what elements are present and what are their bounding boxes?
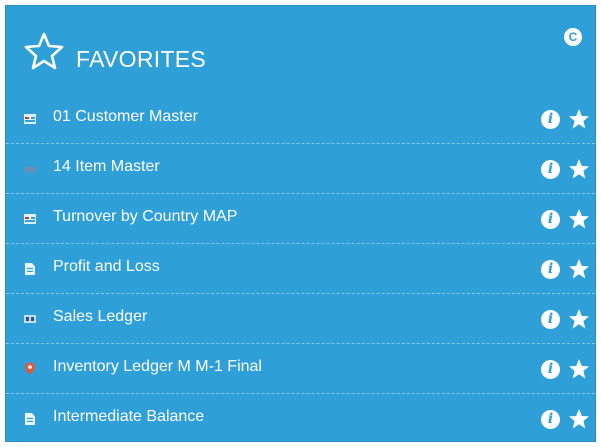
- star-icon[interactable]: [568, 258, 590, 280]
- list-item-label[interactable]: Profit and Loss: [53, 258, 160, 276]
- info-icon[interactable]: i: [541, 310, 560, 329]
- map-pin-icon: [25, 362, 35, 375]
- star-icon[interactable]: [568, 208, 590, 230]
- list-item-label[interactable]: Intermediate Balance: [53, 408, 204, 426]
- document-icon: [25, 413, 35, 425]
- binoculars-icon: [24, 166, 36, 173]
- star-icon[interactable]: [568, 408, 590, 430]
- table-icon: [24, 114, 36, 124]
- page-title: FAVORITES: [76, 46, 207, 72]
- list-item[interactable]: 14 Item Master i: [6, 144, 595, 194]
- info-icon[interactable]: i: [541, 210, 560, 229]
- list-item-label[interactable]: 01 Customer Master: [53, 108, 198, 126]
- list-item[interactable]: Turnover by Country MAP i: [6, 194, 595, 244]
- info-icon[interactable]: i: [541, 160, 560, 179]
- table-icon: [24, 214, 36, 224]
- list-item[interactable]: Profit and Loss i: [6, 244, 595, 294]
- collapse-button[interactable]: C: [564, 28, 582, 46]
- list-item[interactable]: Inventory Ledger M M-1 Final i: [6, 344, 595, 394]
- ledger-icon: [24, 315, 36, 323]
- list-item-label[interactable]: Sales Ledger: [53, 308, 147, 326]
- info-icon[interactable]: i: [541, 410, 560, 429]
- info-icon[interactable]: i: [541, 110, 560, 129]
- favorites-header: FAVORITES C: [6, 6, 595, 94]
- list-item-label[interactable]: Turnover by Country MAP: [53, 208, 237, 226]
- list-item[interactable]: Sales Ledger i: [6, 294, 595, 344]
- list-item-label[interactable]: 14 Item Master: [53, 158, 160, 176]
- list-item-label[interactable]: Inventory Ledger M M-1 Final: [53, 358, 262, 376]
- favorites-list: 01 Customer Master i 14 Item Master i Tu…: [6, 94, 595, 441]
- star-outline-icon: [24, 32, 64, 70]
- list-item[interactable]: 01 Customer Master i: [6, 94, 595, 144]
- document-icon: [25, 263, 35, 275]
- star-icon[interactable]: [568, 108, 590, 130]
- info-icon[interactable]: i: [541, 360, 560, 379]
- star-icon[interactable]: [568, 308, 590, 330]
- favorites-panel: FAVORITES C 01 Customer Master i 14 Item: [5, 5, 596, 442]
- list-item[interactable]: Intermediate Balance i: [6, 394, 595, 441]
- info-icon[interactable]: i: [541, 260, 560, 279]
- star-icon[interactable]: [568, 358, 590, 380]
- star-icon[interactable]: [568, 158, 590, 180]
